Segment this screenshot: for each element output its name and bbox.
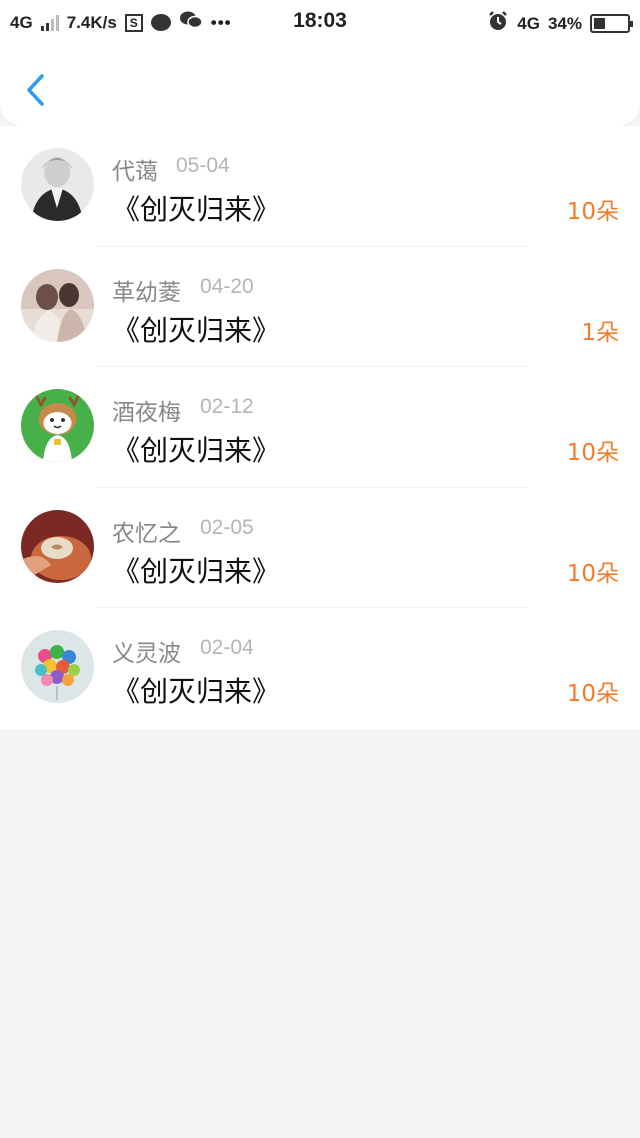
flower-count: 10朵	[566, 560, 619, 587]
gift-date: 05-04	[176, 154, 230, 177]
alarm-icon	[487, 10, 509, 37]
gift-date: 02-05	[200, 515, 254, 539]
book-title: 《创灭归来》	[112, 313, 281, 347]
book-title: 《创灭归来》	[112, 554, 281, 588]
avatar[interactable]	[21, 509, 94, 583]
book-title: 《创灭归来》	[112, 675, 281, 708]
status-bar: 4G 7.4K/s S ••• 18:03 4G 34%	[0, 0, 640, 44]
battery-percent: 34%	[547, 13, 582, 33]
list-item[interactable]: 革幼菱 04-20 《创灭归来》 1朵	[0, 247, 640, 367]
battery-icon	[590, 14, 633, 33]
flower-count: 1朵	[581, 319, 619, 346]
network-type-2: 4G	[517, 13, 540, 33]
gift-date: 04-20	[200, 274, 254, 298]
sender-name: 代蔼	[112, 159, 158, 185]
avatar[interactable]	[21, 630, 94, 703]
flower-count: 10朵	[566, 681, 619, 707]
avatar[interactable]	[21, 268, 94, 342]
book-title: 《创灭归来》	[112, 434, 281, 467]
header-bar	[0, 44, 640, 126]
book-title: 《创灭归来》	[112, 193, 281, 226]
flower-count: 10朵	[566, 440, 619, 466]
avatar[interactable]	[21, 148, 94, 221]
chevron-left-icon	[27, 74, 44, 106]
sender-name: 酒夜梅	[112, 400, 181, 426]
gift-date: 02-12	[200, 395, 254, 418]
list-item[interactable]: 义灵波 02-04 《创灭归来》 10朵	[0, 608, 640, 729]
list-item[interactable]: 农忆之 02-05 《创灭归来》 10朵	[0, 488, 640, 608]
gift-list: 代蔼 05-04 《创灭归来》 10朵 革幼菱 04-20 《创灭归来》 1朵	[0, 126, 640, 729]
flower-count: 10朵	[566, 199, 619, 225]
sender-name: 农忆之	[112, 520, 181, 547]
avatar[interactable]	[21, 389, 94, 462]
sender-name: 革幼菱	[112, 279, 181, 306]
back-button[interactable]	[18, 70, 54, 110]
sender-name: 义灵波	[112, 641, 181, 667]
battery-fill	[594, 18, 605, 29]
list-item[interactable]: 代蔼 05-04 《创灭归来》 10朵	[0, 126, 640, 247]
list-item[interactable]: 酒夜梅 02-12 《创灭归来》 10朵	[0, 367, 640, 488]
gift-date: 02-04	[200, 636, 254, 659]
status-right: 4G 34%	[487, 10, 633, 37]
